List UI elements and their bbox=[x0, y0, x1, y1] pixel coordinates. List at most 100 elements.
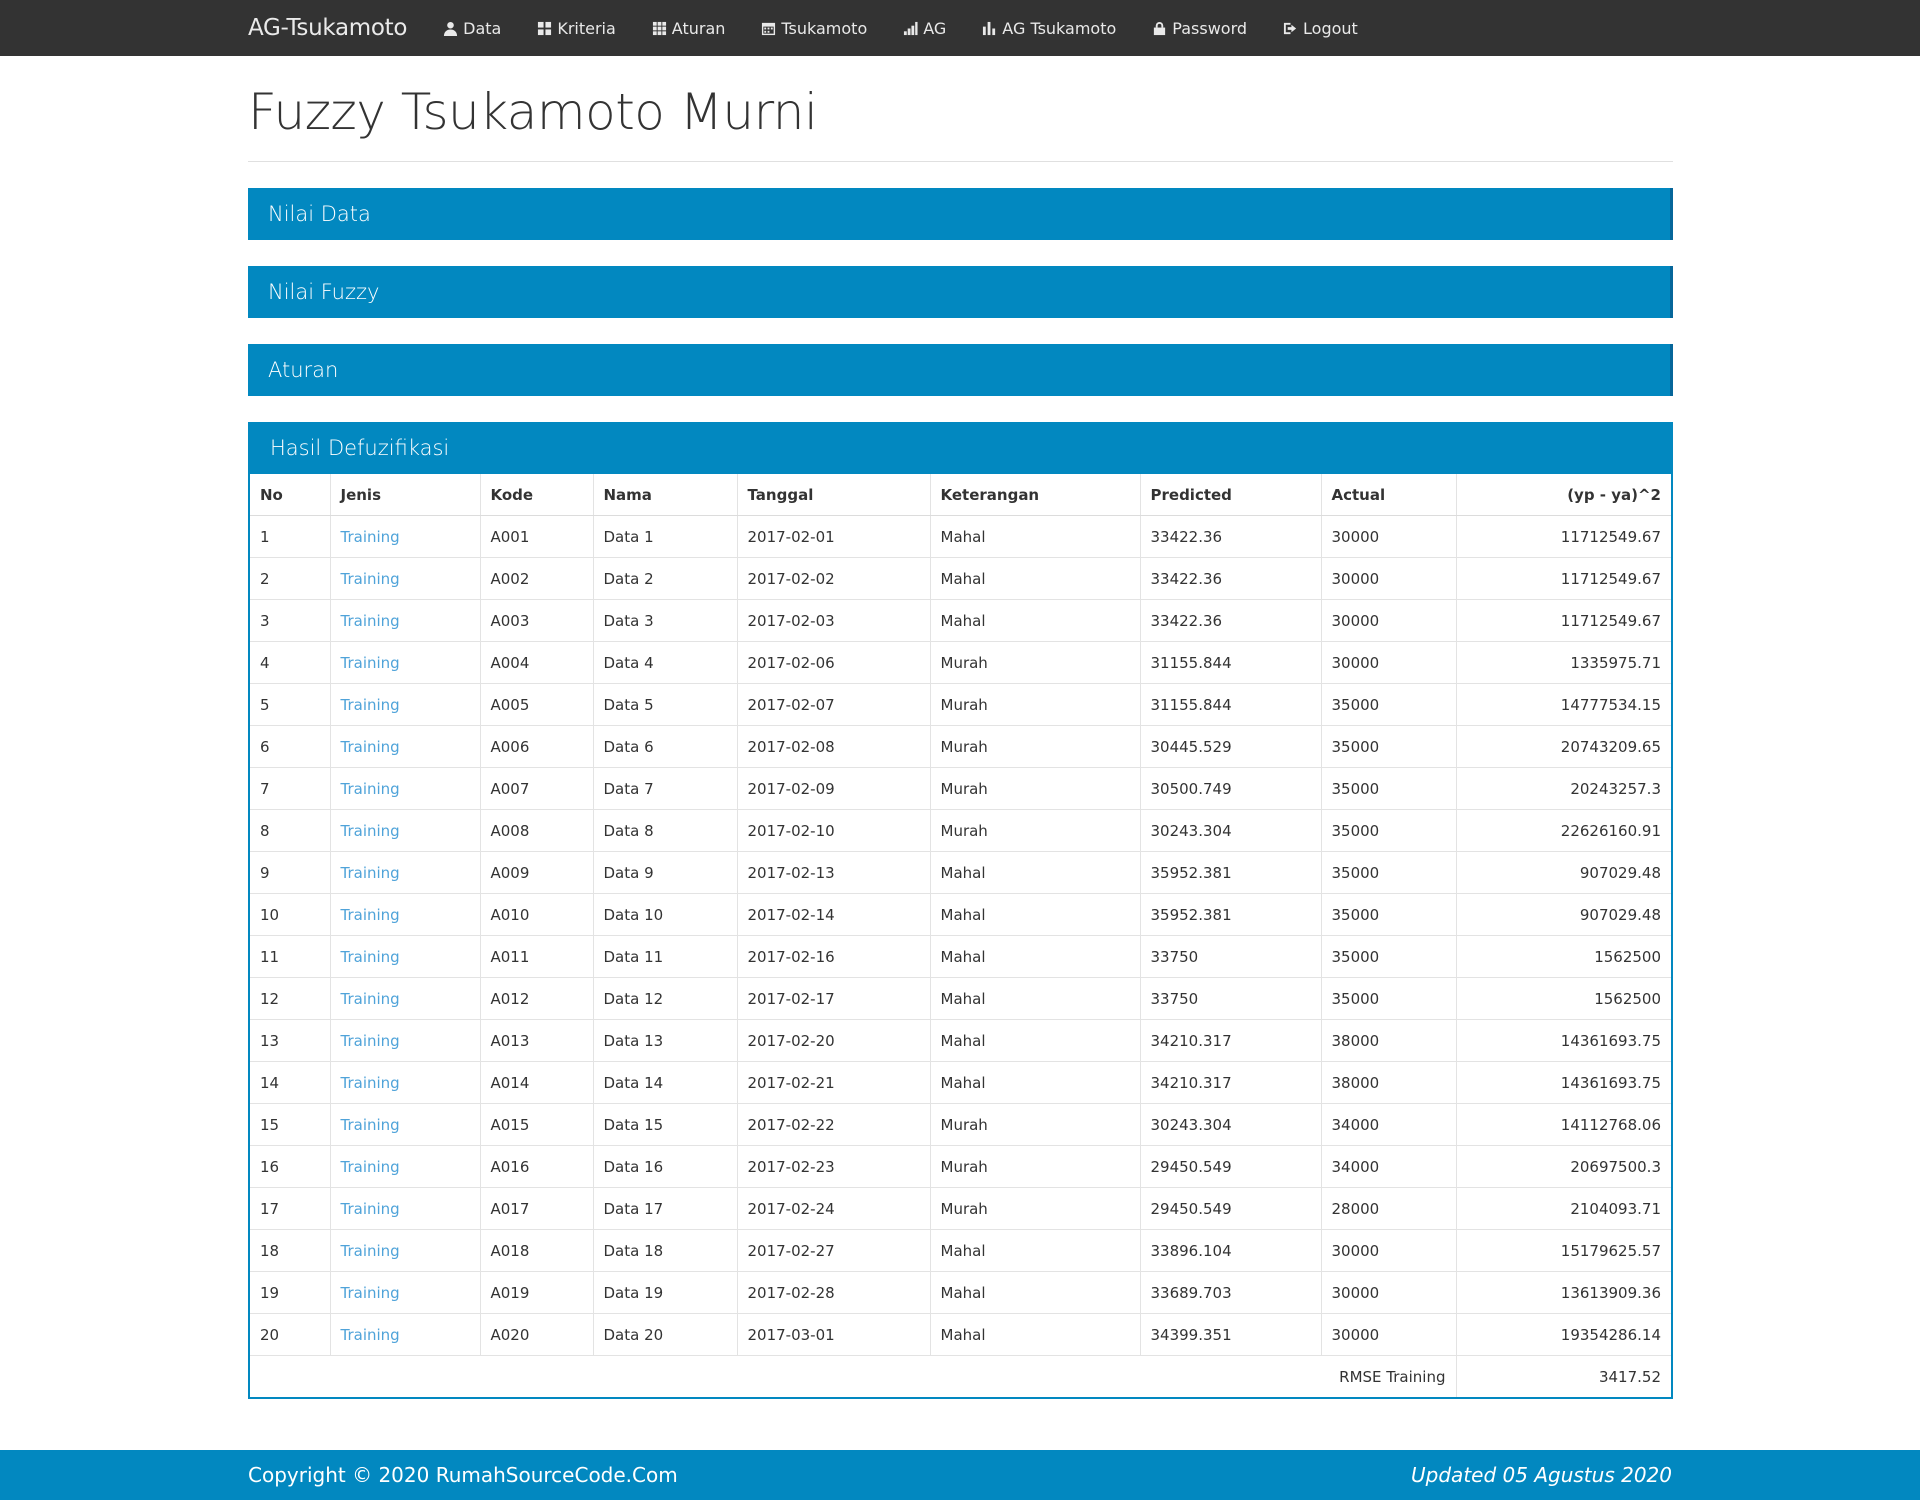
table-cell: 30500.749 bbox=[1140, 767, 1322, 810]
brand-link[interactable]: AG-Tsukamoto bbox=[248, 15, 407, 41]
table-cell: Mahal bbox=[930, 1271, 1141, 1314]
jenis-link[interactable]: Training bbox=[330, 641, 481, 684]
panel-hasil-defuzifikasi-title[interactable]: Hasil Defuzifikasi bbox=[250, 422, 1671, 474]
logout-icon bbox=[1283, 22, 1297, 34]
table-cell: Data 11 bbox=[593, 935, 738, 978]
column-header: Tanggal bbox=[737, 474, 931, 516]
table-cell: 2017-02-20 bbox=[737, 1019, 931, 1062]
nav-item-label: AG Tsukamoto bbox=[1002, 18, 1117, 38]
table-row: 4 Training A004 Data 4 2017-02-06 Murah 31155.… bbox=[250, 641, 1671, 684]
jenis-link[interactable]: Training bbox=[330, 1313, 481, 1356]
table-cell: 14 bbox=[250, 1061, 331, 1104]
table-cell: 20243257.3 bbox=[1456, 767, 1671, 810]
jenis-link[interactable]: Training bbox=[330, 1145, 481, 1188]
table-cell: 34210.317 bbox=[1140, 1061, 1322, 1104]
table-cell: 2017-02-02 bbox=[737, 557, 931, 600]
jenis-link[interactable]: Training bbox=[330, 1229, 481, 1272]
calendar-icon bbox=[762, 22, 776, 35]
table-cell: Data 13 bbox=[593, 1019, 738, 1062]
table-cell: A013 bbox=[480, 1019, 594, 1062]
table-cell: 30000 bbox=[1321, 641, 1457, 684]
nav-item-ag-tsukamoto[interactable]: AG Tsukamoto bbox=[982, 19, 1116, 38]
table-cell: Murah bbox=[930, 1145, 1141, 1188]
jenis-link[interactable]: Training bbox=[330, 1019, 481, 1062]
table-cell: Mahal bbox=[930, 599, 1141, 642]
jenis-link[interactable]: Training bbox=[330, 1187, 481, 1230]
table-cell: A002 bbox=[480, 557, 594, 600]
jenis-link[interactable]: Training bbox=[330, 851, 481, 894]
table-head: No Jenis Kode Nama Tanggal Keterangan Predicte… bbox=[250, 474, 1671, 516]
table-cell: Data 1 bbox=[593, 515, 738, 558]
table-row: 7 Training A007 Data 7 2017-02-09 Murah 30500.… bbox=[250, 767, 1671, 810]
table-row: 8 Training A008 Data 8 2017-02-10 Murah 30243.… bbox=[250, 809, 1671, 852]
table-cell: 22626160.91 bbox=[1456, 809, 1671, 852]
table-cell: 2017-02-09 bbox=[737, 767, 931, 810]
table-cell: A009 bbox=[480, 851, 594, 894]
jenis-link[interactable]: Training bbox=[330, 1271, 481, 1314]
table-cell: 2017-02-03 bbox=[737, 599, 931, 642]
nav-item-label: Data bbox=[463, 18, 502, 38]
jenis-link[interactable]: Training bbox=[330, 893, 481, 936]
nav-item-ag[interactable]: AG bbox=[903, 19, 946, 38]
jenis-link[interactable]: Training bbox=[330, 725, 481, 768]
table-cell: A004 bbox=[480, 641, 594, 684]
table-cell: 2017-02-24 bbox=[737, 1187, 931, 1230]
jenis-link[interactable]: Training bbox=[330, 767, 481, 810]
column-header: Jenis bbox=[330, 474, 481, 516]
table-row: 5 Training A005 Data 5 2017-02-07 Murah 31155.… bbox=[250, 683, 1671, 726]
table-cell: 28000 bbox=[1321, 1187, 1457, 1230]
table-cell: A018 bbox=[480, 1229, 594, 1272]
table-cell: Data 4 bbox=[593, 641, 738, 684]
jenis-link[interactable]: Training bbox=[330, 683, 481, 726]
nav-item-tsukamoto[interactable]: Tsukamoto bbox=[761, 19, 867, 38]
table-cell: 30000 bbox=[1321, 1229, 1457, 1272]
table-row: 1 Training A001 Data 1 2017-02-01 Mahal 33422.… bbox=[250, 515, 1671, 558]
nav-item-logout[interactable]: Logout bbox=[1283, 19, 1358, 38]
jenis-link[interactable]: Training bbox=[330, 557, 481, 600]
table-cell: Data 7 bbox=[593, 767, 738, 810]
jenis-link[interactable]: Training bbox=[330, 1103, 481, 1146]
table-cell: 14361693.75 bbox=[1456, 1061, 1671, 1104]
panel-nilai-fuzzy[interactable]: Nilai Fuzzy bbox=[248, 266, 1673, 318]
panel-nilai-data[interactable]: Nilai Data bbox=[248, 188, 1673, 240]
table-cell: 33750 bbox=[1140, 935, 1322, 978]
jenis-link[interactable]: Training bbox=[330, 977, 481, 1020]
nav-item-label: Password bbox=[1172, 18, 1248, 38]
jenis-link[interactable]: Training bbox=[330, 599, 481, 642]
table-cell: 33750 bbox=[1140, 977, 1322, 1020]
signal-icon bbox=[904, 21, 918, 35]
table-cell: 35952.381 bbox=[1140, 893, 1322, 936]
jenis-link[interactable]: Training bbox=[330, 515, 481, 558]
jenis-link[interactable]: Training bbox=[330, 809, 481, 852]
nav-item-label: Tsukamoto bbox=[781, 18, 868, 38]
table-cell: Murah bbox=[930, 767, 1141, 810]
table-cell: 11 bbox=[250, 935, 331, 978]
table-cell: 15 bbox=[250, 1103, 331, 1146]
table-cell: Mahal bbox=[930, 893, 1141, 936]
table-row: 18 Training A018 Data 18 2017-02-27 Mahal 3389… bbox=[250, 1229, 1671, 1272]
nav-item-password[interactable]: Password bbox=[1152, 19, 1247, 38]
jenis-link[interactable]: Training bbox=[330, 935, 481, 978]
table-cell: Murah bbox=[930, 1103, 1141, 1146]
table-row: 13 Training A013 Data 13 2017-02-20 Mahal 3421… bbox=[250, 1019, 1671, 1062]
table-cell: 38000 bbox=[1321, 1019, 1457, 1062]
table-cell: 2017-02-22 bbox=[737, 1103, 931, 1146]
table-cell: A001 bbox=[480, 515, 594, 558]
table-cell: 35000 bbox=[1321, 809, 1457, 852]
column-header: No bbox=[250, 474, 331, 516]
table-cell: Data 10 bbox=[593, 893, 738, 936]
table-cell: 35000 bbox=[1321, 893, 1457, 936]
nav-item-data[interactable]: Data bbox=[443, 19, 501, 38]
jenis-link[interactable]: Training bbox=[330, 1061, 481, 1104]
table-cell: 33422.36 bbox=[1140, 599, 1322, 642]
nav-item-kriteria[interactable]: Kriteria bbox=[537, 19, 616, 38]
table-cell: A008 bbox=[480, 809, 594, 852]
panel-aturan[interactable]: Aturan bbox=[248, 344, 1673, 396]
column-header: (yp - ya)^2 bbox=[1456, 474, 1671, 516]
nav-item-aturan[interactable]: Aturan bbox=[652, 19, 725, 38]
table-row: 20 Training A020 Data 20 2017-03-01 Mahal 3439… bbox=[250, 1313, 1671, 1356]
page-title: Fuzzy Tsukamoto Murni bbox=[248, 83, 818, 141]
table-cell: 907029.48 bbox=[1456, 851, 1671, 894]
